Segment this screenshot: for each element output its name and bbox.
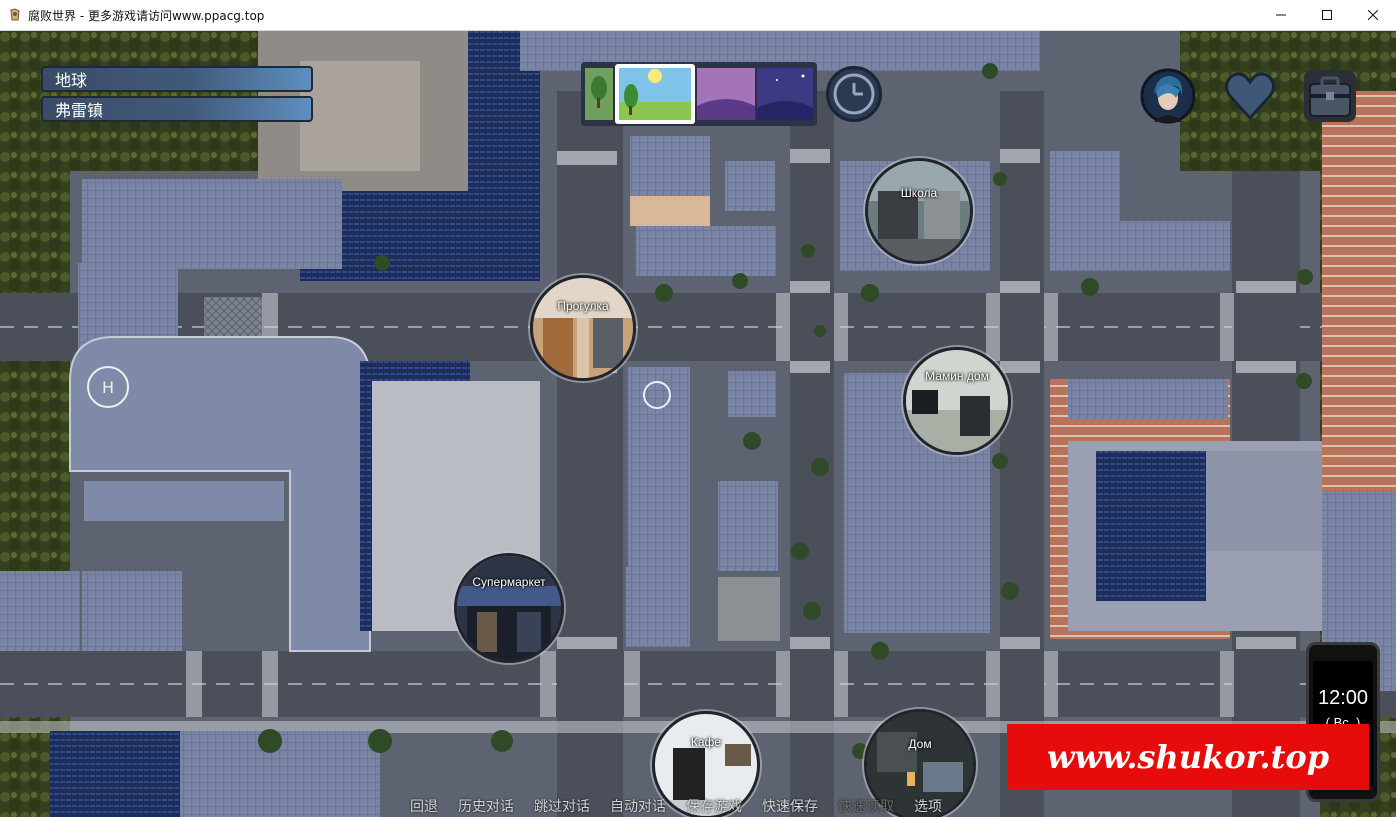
- qm-skip[interactable]: 跳过对话: [524, 797, 600, 817]
- minimize-icon: [1276, 14, 1286, 16]
- qm-quick-load[interactable]: 快速读取: [828, 797, 904, 817]
- close-icon: [1368, 10, 1378, 20]
- heart-icon[interactable]: [1222, 68, 1278, 124]
- city-map: H: [0, 31, 1396, 817]
- tod-evening-option[interactable]: [697, 68, 755, 120]
- marker-label-supermarket: Супермаркет: [472, 575, 546, 589]
- watermark-banner: www.shukor.top: [1007, 724, 1369, 790]
- mom-home-thumbnail: [906, 350, 1008, 452]
- game-app-icon: [10, 8, 20, 21]
- marker-label-walk: Прогулка: [557, 299, 609, 313]
- svg-text:H: H: [102, 378, 114, 397]
- tod-morning-option[interactable]: [585, 68, 613, 120]
- town-label: 弗雷镇: [41, 96, 313, 122]
- school-thumbnail: [868, 161, 970, 261]
- world-label: 地球: [41, 66, 313, 92]
- clock-button[interactable]: [826, 66, 882, 122]
- maximize-button[interactable]: [1304, 0, 1350, 30]
- game-viewport: H 地球 弗雷镇 Школа Прогулка Мамин дом Суперм…: [0, 31, 1396, 817]
- time-of-day-selector: [581, 62, 817, 126]
- marker-mom-home[interactable]: Мамин дом: [903, 347, 1011, 455]
- quick-menu: 回退 历史对话 跳过对话 自动对话 保存游戏 快速保存 快速读取 选项: [400, 797, 952, 817]
- qm-auto[interactable]: 自动对话: [600, 797, 676, 817]
- inventory-bag-icon[interactable]: [1302, 68, 1358, 124]
- minimize-button[interactable]: [1258, 0, 1304, 30]
- qm-save[interactable]: 保存游戏: [676, 797, 752, 817]
- walk-thumbnail: [533, 278, 633, 378]
- marker-walk[interactable]: Прогулка: [530, 275, 636, 381]
- qm-options[interactable]: 选项: [904, 797, 952, 817]
- qm-quick-save[interactable]: 快速保存: [752, 797, 828, 817]
- marker-label-school: Школа: [900, 186, 938, 200]
- qm-rollback[interactable]: 回退: [400, 797, 448, 817]
- clock-icon: [833, 73, 875, 115]
- marker-supermarket[interactable]: Супермаркет: [454, 553, 564, 663]
- marker-label-mom-home: Мамин дом: [925, 369, 989, 383]
- tod-noon-option[interactable]: [615, 64, 695, 124]
- marker-label-cafe: Кафе: [690, 735, 722, 749]
- marker-label-home: Дом: [908, 737, 932, 751]
- phone-time: 12:00: [1317, 687, 1369, 709]
- marker-school[interactable]: Школа: [865, 158, 973, 264]
- maximize-icon: [1322, 10, 1332, 20]
- character-portrait[interactable]: [1140, 68, 1196, 124]
- tod-night-option[interactable]: [757, 68, 813, 120]
- close-button[interactable]: [1350, 0, 1396, 30]
- window-title: 腐败世界 - 更多游戏请访问www.ppacg.top: [28, 8, 265, 23]
- window-titlebar: 腐败世界 - 更多游戏请访问www.ppacg.top: [0, 0, 1396, 31]
- supermarket-thumbnail: [457, 556, 561, 660]
- qm-history[interactable]: 历史对话: [448, 797, 524, 817]
